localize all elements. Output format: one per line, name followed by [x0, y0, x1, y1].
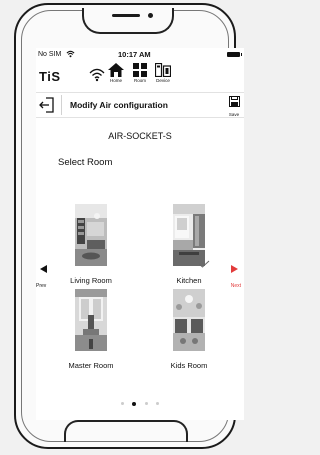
- top-nav: TiS Home Room Device: [36, 62, 244, 90]
- grid-icon: [133, 63, 147, 77]
- nav-home-label: Home: [109, 78, 122, 83]
- checkmark-icon: [198, 260, 210, 268]
- carrier-label: No SIM: [38, 51, 62, 58]
- save-button[interactable]: Save: [226, 94, 242, 117]
- wifi-icon: [66, 50, 75, 58]
- living-room-photo: [75, 204, 107, 266]
- room-card-living-room[interactable]: Living Room: [46, 204, 136, 285]
- device-name: AIR-SOCKET-S: [108, 131, 172, 141]
- page-dot-2[interactable]: [132, 401, 137, 406]
- phone-notch: [82, 8, 174, 34]
- room-card-master-room[interactable]: Master Room: [46, 289, 136, 370]
- next-label[interactable]: Next: [231, 283, 241, 289]
- app-logo: TiS: [39, 69, 61, 84]
- device-icon: [155, 63, 171, 77]
- room-name-living-room: Living Room: [70, 276, 112, 285]
- page-indicator: [36, 395, 244, 413]
- nav-device[interactable]: Device: [152, 63, 174, 83]
- nav-room[interactable]: Room: [129, 63, 151, 83]
- room-card-kids-room[interactable]: Kids Room: [144, 289, 234, 370]
- battery-icon: [227, 52, 242, 57]
- select-room-label: Select Room: [58, 157, 113, 168]
- master-room-photo: [75, 289, 107, 351]
- room-card-kitchen[interactable]: Kitchen: [144, 204, 234, 285]
- nav-room-label: Room: [133, 78, 146, 83]
- app-screen: No SIM 10:17 AM TiS Home Room Device Mod…: [36, 48, 244, 420]
- save-icon: [228, 96, 240, 107]
- page-header: Modify Air configuration Save: [36, 92, 244, 118]
- room-name-kitchen: Kitchen: [176, 276, 202, 285]
- nav-home[interactable]: Home: [105, 63, 127, 83]
- back-icon[interactable]: [38, 96, 58, 114]
- page-title: Modify Air configuration: [70, 100, 168, 110]
- home-indicator: [64, 420, 188, 442]
- camera: [148, 13, 153, 18]
- prev-arrow-icon[interactable]: [40, 265, 47, 273]
- wifi-large-icon: [89, 68, 105, 82]
- prev-label[interactable]: Prev: [36, 283, 46, 289]
- room-name-kids-room: Kids Room: [170, 361, 208, 370]
- nav-device-label: Device: [156, 78, 170, 83]
- next-arrow-icon[interactable]: [231, 265, 238, 273]
- page-dot-3[interactable]: [144, 402, 148, 406]
- clock: 10:17 AM: [118, 50, 151, 59]
- kitchen-photo: [173, 204, 205, 266]
- room-name-master-room: Master Room: [68, 361, 114, 370]
- kids-room-photo: [173, 289, 205, 351]
- speaker: [112, 14, 140, 17]
- header-divider: [61, 95, 62, 115]
- status-bar: No SIM 10:17 AM: [36, 48, 244, 62]
- save-label: Save: [228, 112, 240, 117]
- page-dot-4[interactable]: [156, 402, 160, 406]
- home-icon: [108, 63, 124, 77]
- page-dot-1[interactable]: [120, 402, 124, 406]
